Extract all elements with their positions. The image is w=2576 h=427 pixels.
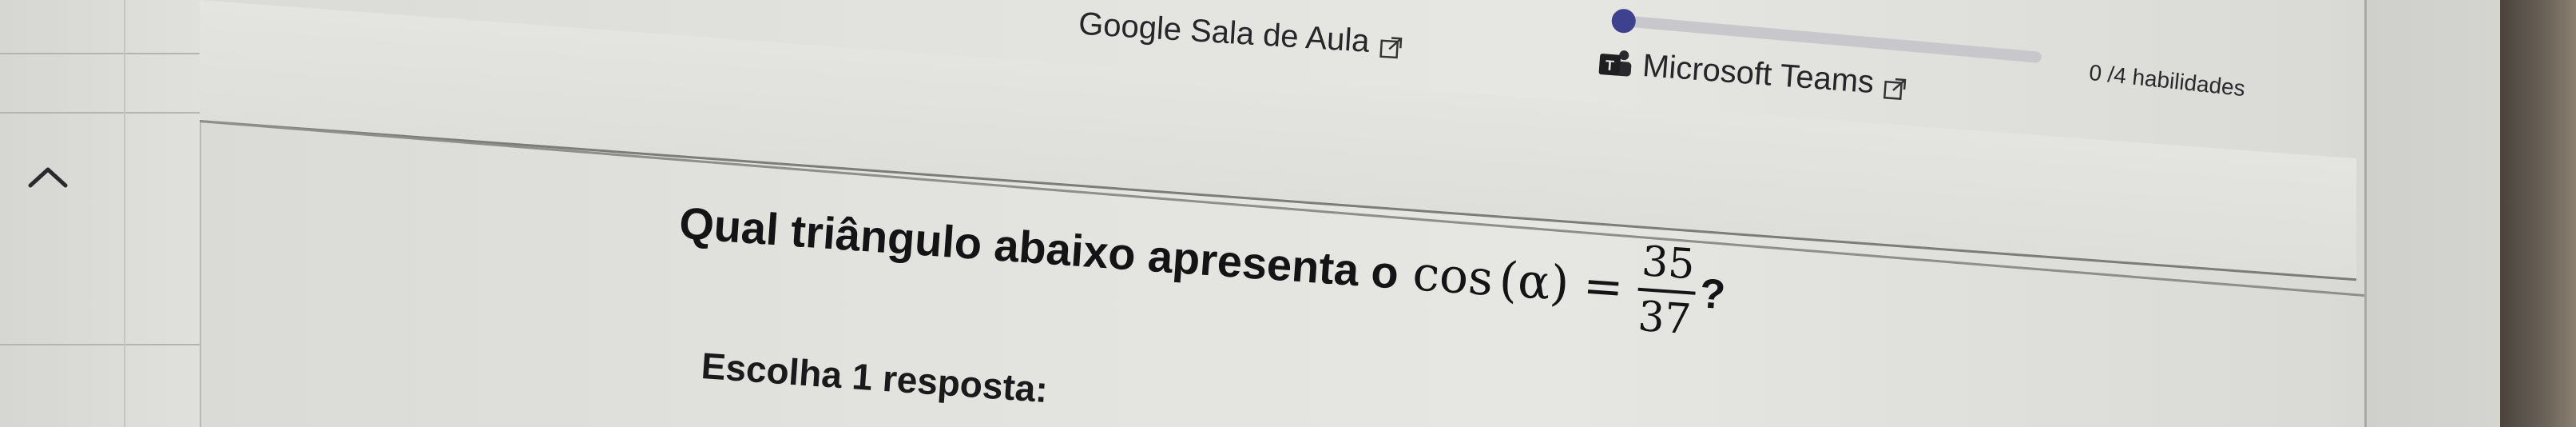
monitor-bezel	[2500, 0, 2576, 427]
sidebar-column-divider	[124, 0, 125, 427]
question-prompt: Qual triângulo abaixo apresenta o	[677, 197, 1401, 298]
fraction-denominator: 37	[1636, 293, 1693, 345]
external-link-icon	[1378, 30, 1403, 58]
sidebar-divider	[0, 344, 200, 345]
math-expression: cos (α) = 35 37 ?	[1409, 223, 1729, 345]
chevron-up-icon[interactable]	[24, 160, 72, 192]
skills-progress-label: 0 /4 habilidades	[2087, 59, 2247, 102]
svg-text:T: T	[1605, 57, 1614, 74]
math-fraction: 35 37	[1634, 237, 1699, 345]
right-rail	[2364, 0, 2503, 427]
question-mark: ?	[1698, 270, 1727, 319]
math-equals: =	[1581, 257, 1625, 317]
sidebar-divider	[0, 53, 200, 54]
google-classroom-link[interactable]: Google Sala de Aula	[1078, 6, 1404, 62]
progress-marker	[1610, 7, 1637, 34]
progress-track	[1611, 14, 2042, 63]
math-argument: (α)	[1497, 251, 1571, 313]
screen: Google Sala de Aula T Microsoft Teams 0 …	[0, 0, 2576, 427]
left-sidebar	[0, 0, 201, 427]
math-function: cos	[1411, 245, 1495, 308]
sidebar-divider	[0, 112, 200, 114]
fraction-numerator: 35	[1640, 237, 1697, 289]
google-classroom-label: Google Sala de Aula	[1078, 6, 1371, 59]
answer-prompt: Escolha 1 resposta:	[700, 344, 1050, 411]
